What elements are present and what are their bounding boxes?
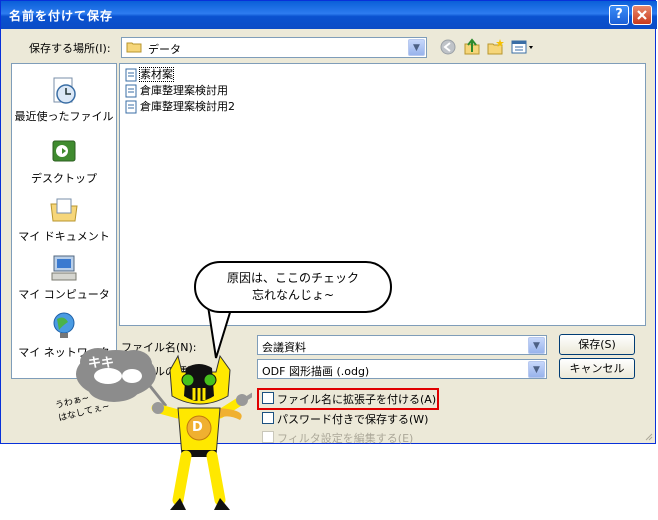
- list-item[interactable]: 倉庫整理案検討用2: [124, 99, 235, 115]
- documents-icon: [50, 198, 78, 222]
- filetype-combo[interactable]: ODF 図形描画 (.odg) ▼: [257, 359, 547, 379]
- filename-combo[interactable]: 会議資料 ▼: [257, 335, 547, 355]
- filter-settings-label: フィルタ設定を編集する(E): [277, 432, 414, 445]
- title-bar[interactable]: 名前を付けて保存 ?: [1, 1, 657, 29]
- list-item[interactable]: 素材案: [124, 67, 174, 83]
- close-button[interactable]: [632, 5, 652, 25]
- place-label: デスクトップ: [31, 172, 97, 185]
- filename-value[interactable]: 会議資料: [262, 339, 306, 355]
- password-checkbox[interactable]: [262, 412, 274, 424]
- bubble-text-line1: 原因は、ここのチェック: [226, 271, 359, 285]
- save-in-combo[interactable]: データ ▼: [121, 37, 427, 58]
- cancel-button[interactable]: キャンセル: [559, 358, 635, 379]
- desktop-icon: [52, 140, 76, 162]
- place-recent[interactable]: 最近使ったファイル: [12, 68, 116, 128]
- password-checkbox-label[interactable]: パスワード付きで保存する(W): [277, 411, 428, 427]
- file-name: 倉庫整理案検討用2: [140, 100, 235, 113]
- list-item[interactable]: 倉庫整理案検討用: [124, 83, 228, 99]
- save-button[interactable]: 保存(S): [559, 334, 635, 355]
- speech-bubble: 原因は、ここのチェック 忘れなんじょ~: [194, 261, 392, 313]
- dialog-title: 名前を付けて保存: [9, 9, 114, 23]
- place-label: 最近使ったファイル: [14, 110, 114, 123]
- help-button[interactable]: ?: [609, 5, 629, 25]
- place-desktop[interactable]: デスクトップ: [12, 130, 116, 190]
- close-icon: [637, 10, 647, 20]
- place-documents[interactable]: マイ ドキュメント: [12, 188, 116, 248]
- cloud-text: キキ: [88, 356, 115, 371]
- places-bar: 最近使ったファイル デスクトップ マイ ドキュメント マイ コンピュータ マイ …: [11, 63, 117, 379]
- back-icon[interactable]: [439, 38, 457, 56]
- save-in-label: 保存する場所(I):: [29, 42, 111, 55]
- new-folder-icon[interactable]: [487, 38, 505, 56]
- chevron-down-icon[interactable]: ▼: [528, 361, 545, 378]
- file-icon: [125, 68, 137, 82]
- highlight-box: [257, 388, 439, 410]
- file-name: 素材案: [139, 67, 174, 82]
- recent-icon: [53, 77, 76, 104]
- place-label: マイ コンピュータ: [18, 288, 110, 301]
- file-icon: [125, 84, 137, 98]
- computer-icon: [51, 255, 77, 281]
- view-menu-icon[interactable]: [511, 38, 535, 56]
- bubble-text-line2: 忘れなんじょ~: [251, 288, 335, 302]
- file-name: 倉庫整理案検討用: [140, 84, 228, 97]
- hero-badge: D: [192, 420, 203, 435]
- chevron-down-icon[interactable]: ▼: [528, 337, 545, 354]
- hero-character: [151, 354, 252, 510]
- file-icon: [125, 100, 137, 114]
- folder-icon: [126, 42, 142, 53]
- filetype-value: ODF 図形描画 (.odg): [262, 365, 370, 378]
- filter-settings-checkbox: [262, 431, 274, 443]
- place-computer[interactable]: マイ コンピュータ: [12, 246, 116, 306]
- resize-grip-icon[interactable]: [643, 431, 653, 441]
- up-folder-icon[interactable]: [463, 38, 481, 56]
- save-in-folder-name: データ: [148, 43, 181, 56]
- place-label: マイ ドキュメント: [18, 230, 110, 243]
- chevron-down-icon[interactable]: ▼: [408, 39, 425, 56]
- network-icon: [53, 312, 75, 338]
